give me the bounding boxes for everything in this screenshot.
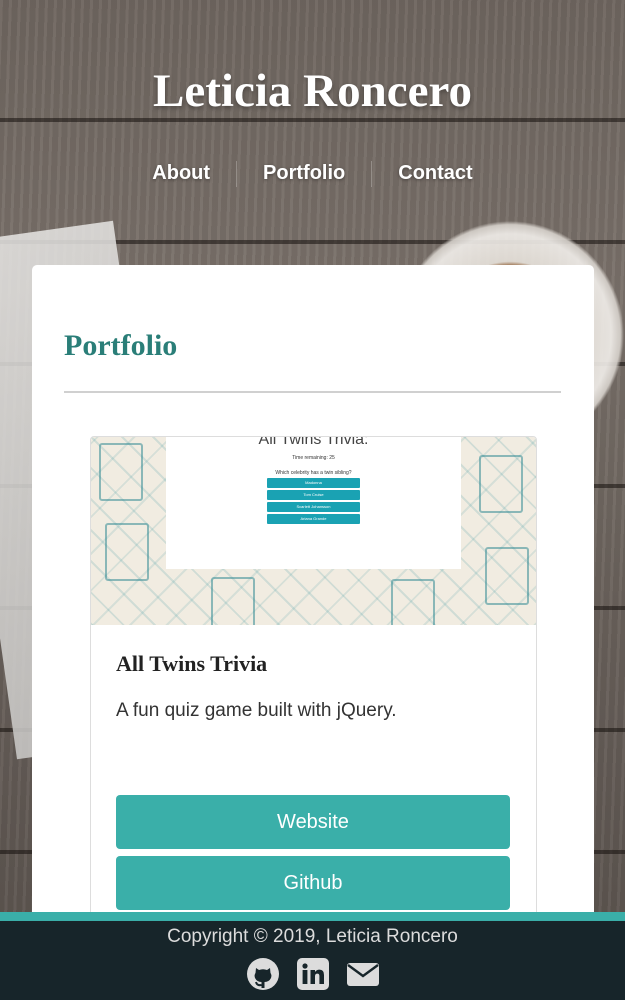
- thumbnail-pattern: [99, 443, 143, 501]
- quiz-title: All Twins Trivia:: [258, 437, 369, 448]
- quiz-option: Madonna: [267, 478, 360, 488]
- quiz-screenshot: All Twins Trivia: Time remaining: 25 Whi…: [166, 437, 461, 569]
- portfolio-card: Portfolio All Twins Trivia: Time remaini…: [32, 265, 594, 958]
- social-links: [0, 956, 625, 992]
- nav-contact[interactable]: Contact: [372, 158, 498, 189]
- project-description: A fun quiz game built with jQuery.: [116, 700, 397, 721]
- site-title: Leticia Roncero: [153, 65, 472, 117]
- project-card: All Twins Trivia: Time remaining: 25 Whi…: [90, 436, 537, 958]
- quiz-option: Scarlett Johansson: [267, 502, 360, 512]
- section-title: Portfolio: [64, 329, 178, 362]
- nav-about[interactable]: About: [126, 158, 236, 189]
- nav-portfolio[interactable]: Portfolio: [237, 158, 371, 189]
- section-divider: [64, 391, 561, 393]
- project-title: All Twins Trivia: [116, 651, 268, 676]
- quiz-timer: Time remaining: 25: [292, 455, 335, 461]
- copyright-text: Copyright © 2019, Leticia Roncero: [167, 926, 458, 947]
- thumbnail-pattern: [479, 455, 523, 513]
- project-thumbnail: All Twins Trivia: Time remaining: 25 Whi…: [91, 437, 536, 625]
- envelope-icon[interactable]: [345, 956, 381, 992]
- site-header: Leticia Roncero About Portfolio Contact: [0, 0, 625, 264]
- website-button[interactable]: Website: [116, 795, 510, 849]
- site-footer: Copyright © 2019, Leticia Roncero: [0, 912, 625, 1000]
- quiz-option: Tom Cruise: [267, 490, 360, 500]
- main-nav: About Portfolio Contact: [0, 158, 625, 189]
- github-button[interactable]: Github: [116, 856, 510, 910]
- linkedin-icon[interactable]: [295, 956, 331, 992]
- quiz-question: Which celebrity has a twin sibling?: [275, 470, 352, 476]
- thumbnail-pattern: [211, 577, 255, 625]
- thumbnail-pattern: [391, 579, 435, 625]
- quiz-option: Ariana Grande: [267, 514, 360, 524]
- thumbnail-pattern: [105, 523, 149, 581]
- thumbnail-pattern: [485, 547, 529, 605]
- github-icon[interactable]: [245, 956, 281, 992]
